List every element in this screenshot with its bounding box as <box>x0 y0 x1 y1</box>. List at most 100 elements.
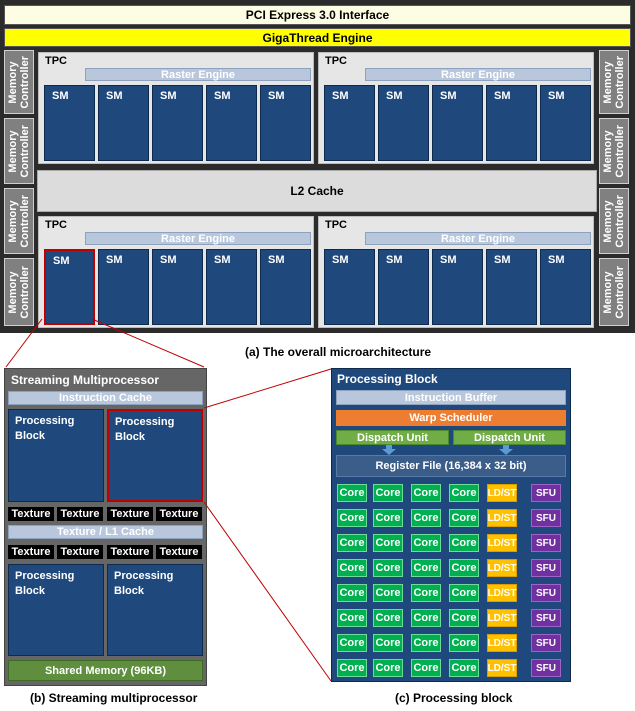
memory-controller-label: Memory Controller <box>7 265 31 319</box>
memory-controller-right-2: Memory Controller <box>599 118 629 184</box>
texture-unit: Texture <box>57 507 103 521</box>
core-unit: Core <box>373 634 403 652</box>
core-unit: Core <box>373 609 403 627</box>
ldst-unit: LD/ST <box>487 484 517 502</box>
gpu-overview-frame: PCI Express 3.0 Interface GigaThread Eng… <box>0 0 635 333</box>
sfu-unit: SFU <box>531 559 561 577</box>
core-unit: Core <box>373 584 403 602</box>
tpc-top-right: TPC Raster Engine SM SM SM SM SM <box>318 52 594 164</box>
texture-l1-cache: Texture / L1 Cache <box>8 525 203 539</box>
raster-engine: Raster Engine <box>85 232 311 245</box>
ldst-unit: LD/ST <box>487 609 517 627</box>
sm-label: SM <box>494 90 511 102</box>
core-unit: Core <box>449 609 479 627</box>
sm-label: SM <box>214 254 231 266</box>
core-unit: Core <box>337 659 367 677</box>
sfu-unit: SFU <box>531 659 561 677</box>
sm-label: SM <box>548 254 565 266</box>
texture-unit: Texture <box>107 545 153 559</box>
sm-block: SM <box>260 249 311 325</box>
memory-controller-label: Memory Controller <box>7 194 31 248</box>
sm-block: SM <box>378 85 429 161</box>
texture-unit: Texture <box>107 507 153 521</box>
core-unit: Core <box>337 609 367 627</box>
ldst-unit: LD/ST <box>487 659 517 677</box>
sm-block: SM <box>152 249 203 325</box>
raster-engine: Raster Engine <box>365 68 591 81</box>
memory-controller-label: Memory Controller <box>602 194 626 248</box>
sm-label: SM <box>268 254 285 266</box>
texture-unit: Texture <box>57 545 103 559</box>
ldst-unit: LD/ST <box>487 634 517 652</box>
sm-block: SM <box>432 85 483 161</box>
core-unit: Core <box>411 559 441 577</box>
gigathread-engine: GigaThread Engine <box>4 28 631 47</box>
sm-label: SM <box>386 90 403 102</box>
memory-controller-right-1: Memory Controller <box>599 50 629 114</box>
core-unit: Core <box>449 559 479 577</box>
ldst-unit: LD/ST <box>487 584 517 602</box>
dispatch-arrows <box>382 445 513 455</box>
sfu-unit: SFU <box>531 634 561 652</box>
warp-scheduler: Warp Scheduler <box>336 410 566 426</box>
core-unit: Core <box>449 484 479 502</box>
sfu-unit: SFU <box>531 534 561 552</box>
processing-block-1: Processing Block <box>8 409 104 502</box>
ldst-unit: LD/ST <box>487 559 517 577</box>
raster-engine: Raster Engine <box>85 68 311 81</box>
processing-block-label: Processing Block <box>114 570 174 597</box>
sm-block: SM <box>432 249 483 325</box>
sm-block: SM <box>98 85 149 161</box>
sm-block: SM <box>378 249 429 325</box>
core-unit: Core <box>411 484 441 502</box>
core-unit: Core <box>337 584 367 602</box>
sm-block: SM <box>324 249 375 325</box>
pcie-interface: PCI Express 3.0 Interface <box>4 5 631 25</box>
caption-overall: (a) The overall microarchitecture <box>245 345 432 359</box>
tpc-label: TPC <box>45 219 67 231</box>
memory-controller-label: Memory Controller <box>602 265 626 319</box>
tpc-top-left: TPC Raster Engine SM SM SM SM SM <box>38 52 314 164</box>
core-unit: Core <box>337 634 367 652</box>
core-unit: Core <box>449 509 479 527</box>
ldst-unit: LD/ST <box>487 534 517 552</box>
tpc-label: TPC <box>45 55 67 67</box>
memory-controller-left-2: Memory Controller <box>4 118 34 184</box>
core-unit: Core <box>411 534 441 552</box>
sm-label: SM <box>160 90 177 102</box>
instruction-buffer: Instruction Buffer <box>336 390 566 405</box>
sfu-unit: SFU <box>531 509 561 527</box>
processing-block-label: Processing Block <box>115 416 175 443</box>
sm-block: SM <box>324 85 375 161</box>
tpc-bottom-left: TPC Raster Engine SM SM SM SM SM <box>38 216 314 328</box>
sm-block: SM <box>540 249 591 325</box>
core-unit: Core <box>449 584 479 602</box>
instruction-cache: Instruction Cache <box>8 391 203 405</box>
core-unit: Core <box>449 634 479 652</box>
memory-controller-label: Memory Controller <box>602 55 626 109</box>
core-unit: Core <box>411 609 441 627</box>
memory-controller-left-1: Memory Controller <box>4 50 34 114</box>
raster-engine: Raster Engine <box>365 232 591 245</box>
l2-cache: L2 Cache <box>37 170 597 212</box>
core-unit: Core <box>373 534 403 552</box>
sm-detail-panel: Streaming Multiprocessor Instruction Cac… <box>4 368 207 686</box>
core-unit: Core <box>373 559 403 577</box>
sm-block: SM <box>152 85 203 161</box>
sm-block-highlighted: SM <box>44 249 95 325</box>
sm-label: SM <box>548 90 565 102</box>
processing-block-detail-panel: Processing Block Instruction Buffer Warp… <box>331 368 571 682</box>
sm-label: SM <box>268 90 285 102</box>
sm-block: SM <box>486 85 537 161</box>
memory-controller-right-4: Memory Controller <box>599 258 629 326</box>
caption-sm: (b) Streaming multiprocessor <box>30 691 198 705</box>
texture-unit: Texture <box>156 507 202 521</box>
sm-label: SM <box>386 254 403 266</box>
sm-block: SM <box>540 85 591 161</box>
caption-pb: (c) Processing block <box>395 691 513 705</box>
memory-controller-right-3: Memory Controller <box>599 188 629 254</box>
core-unit: Core <box>411 584 441 602</box>
core-unit: Core <box>411 509 441 527</box>
sm-block: SM <box>98 249 149 325</box>
sm-label: SM <box>494 254 511 266</box>
